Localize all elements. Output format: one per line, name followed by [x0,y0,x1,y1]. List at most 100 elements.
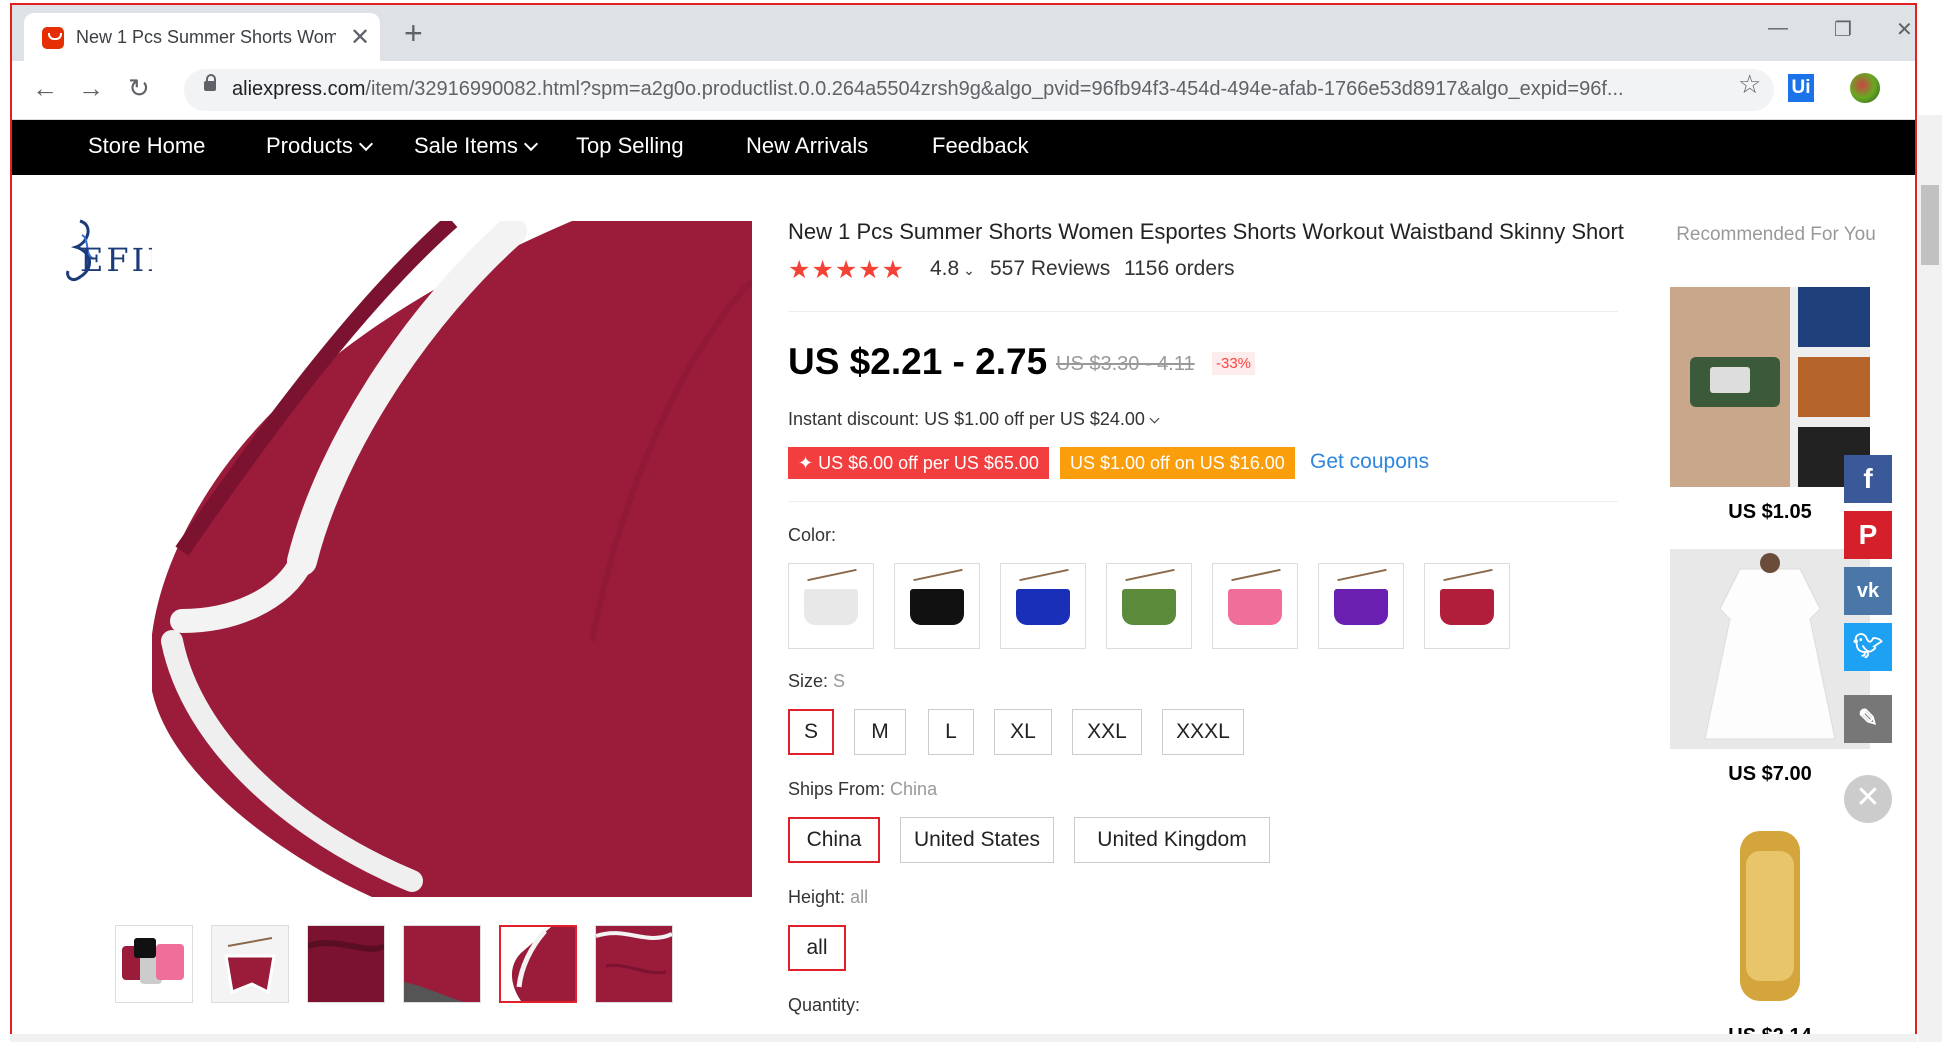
scrollbar-thumb[interactable] [1921,185,1939,265]
size-option-xxxl[interactable]: XXXL [1162,709,1244,755]
recommended-item[interactable]: US $1.05 [1670,287,1870,524]
quantity-label: Quantity: [788,995,861,1015]
shorts-swatch-icon [1437,586,1497,628]
color-swatch[interactable] [1318,563,1404,649]
ships-option-china[interactable]: China [788,817,880,863]
color-label: Color: [788,525,837,545]
color-swatch[interactable] [788,563,874,649]
hanger-icon [1019,568,1069,582]
ships-option-united-states[interactable]: United States [900,817,1054,863]
hanger-icon [1443,568,1493,582]
tab-strip: New 1 Pcs Summer Shorts Wome ✕ + — ❐ ✕ [12,5,1915,61]
shorts-swatch-icon [1331,586,1391,628]
size-option-m[interactable]: M [854,709,906,755]
orders-count: 1156 orders [1124,257,1235,280]
nav-new-arrivals[interactable]: New Arrivals [746,133,868,159]
shorts-swatch-icon [1013,586,1073,628]
nav-top-selling[interactable]: Top Selling [576,133,684,159]
back-icon[interactable]: ← [32,73,58,104]
facebook-icon[interactable]: f [1844,455,1892,503]
rating-value[interactable]: 4.8 ⌄ [930,257,975,281]
restore-icon[interactable]: ❐ [1834,17,1852,42]
forward-icon[interactable]: → [78,73,104,104]
hanger-icon [1125,568,1175,582]
coupon-store[interactable]: ✦ US $6.00 off per US $65.00 [788,447,1049,479]
size-label: Size: S [788,671,846,691]
ships-option-united-kingdom[interactable]: United Kingdom [1074,817,1270,863]
close-social-icon[interactable]: ✕ [1844,775,1892,823]
thumbnail-5[interactable] [499,925,577,1003]
get-coupons-link[interactable]: Get coupons [1310,450,1429,474]
thumbnail-4[interactable] [403,925,481,1003]
divider [788,501,1618,502]
page-content: EFINNY [12,175,1915,1034]
discount-badge: -33% [1212,352,1256,375]
vertical-scrollbar[interactable] [1918,115,1942,1042]
thumbnail-3[interactable] [307,925,385,1003]
twitter-icon[interactable]: 🐦︎ [1844,623,1892,671]
address-bar[interactable]: aliexpress.com/item/32916990082.html?spm… [184,69,1774,111]
recommended-price: US $7.00 [1728,763,1812,785]
profile-avatar[interactable] [1850,73,1880,103]
coupon-select[interactable]: US $1.00 off on US $16.00 [1060,447,1295,479]
instant-discount[interactable]: Instant discount: US $1.00 off per US $2… [788,409,1160,430]
bookmark-star-icon[interactable]: ☆ [1738,69,1761,100]
recommended-image [1670,549,1870,749]
tab-title: New 1 Pcs Summer Shorts Wome [76,27,336,47]
nav-products[interactable]: Products [266,133,373,159]
menu-dots-icon[interactable]: ⋮ [1908,71,1915,102]
recommended-image [1670,287,1870,487]
size-option-xl[interactable]: XL [994,709,1052,755]
chevron-down-icon [358,136,373,152]
height-label: Height: all [788,887,869,907]
chevron-down-icon [1149,413,1160,424]
color-swatch[interactable] [1212,563,1298,649]
thumbnail-1[interactable] [115,925,193,1003]
recommended-title: Recommended For You [1676,224,1876,245]
chevron-down-icon [523,136,539,152]
lock-icon [204,74,216,91]
original-price: US $3.30 - 4.11 [1056,353,1195,375]
reviews-count[interactable]: 557 Reviews [990,257,1110,281]
nav-store-home[interactable]: Store Home [88,133,205,159]
recommended-item[interactable]: US $2.14 [1670,811,1870,1034]
new-tab-icon[interactable]: + [404,15,423,52]
nav-sale-items[interactable]: Sale Items [414,133,539,159]
recommended-price: US $1.05 [1728,501,1812,523]
size-option-l[interactable]: L [928,709,974,755]
color-swatch[interactable] [1000,563,1086,649]
pinterest-icon[interactable]: P [1844,511,1892,559]
nav-feedback[interactable]: Feedback [932,133,1029,159]
browser-tab[interactable]: New 1 Pcs Summer Shorts Wome ✕ [24,13,380,61]
shorts-swatch-icon [1119,586,1179,628]
browser-toolbar: ← → ↻ aliexpress.com/item/32916990082.ht… [12,61,1915,120]
minimize-icon[interactable]: — [1768,17,1788,40]
divider [788,311,1618,312]
color-swatch[interactable] [894,563,980,649]
vk-icon[interactable]: vk [1844,567,1892,615]
height-option-all[interactable]: all [788,925,846,971]
edit-icon[interactable]: ✎ [1844,695,1892,743]
shorts-swatch-icon [907,586,967,628]
color-swatch[interactable] [1424,563,1510,649]
thumbnail-6[interactable] [595,925,673,1003]
shorts-swatch-icon [1225,586,1285,628]
ui-extension-icon[interactable]: Ui [1788,74,1814,102]
main-product-image[interactable] [152,221,752,897]
reload-icon[interactable]: ↻ [128,73,150,104]
thumbnail-2[interactable] [211,925,289,1003]
color-swatch[interactable] [1106,563,1192,649]
rating-stars-icon: ★★★★★ [788,256,906,284]
size-option-xxl[interactable]: XXL [1072,709,1142,755]
aliexpress-favicon-icon [42,27,64,49]
size-option-s[interactable]: S [788,709,834,755]
ships-from-label: Ships From: China [788,779,938,799]
hanger-icon [807,568,857,582]
horizontal-scrollbar[interactable] [10,1034,1917,1042]
close-window-icon[interactable]: ✕ [1896,17,1913,42]
close-tab-icon[interactable]: ✕ [350,23,370,52]
url-text: aliexpress.com/item/32916990082.html?spm… [232,78,1624,100]
recommended-image [1670,811,1870,1011]
product-price: US $2.21 - 2.75 [788,341,1048,382]
recommended-item[interactable]: US $7.00 [1670,549,1870,786]
